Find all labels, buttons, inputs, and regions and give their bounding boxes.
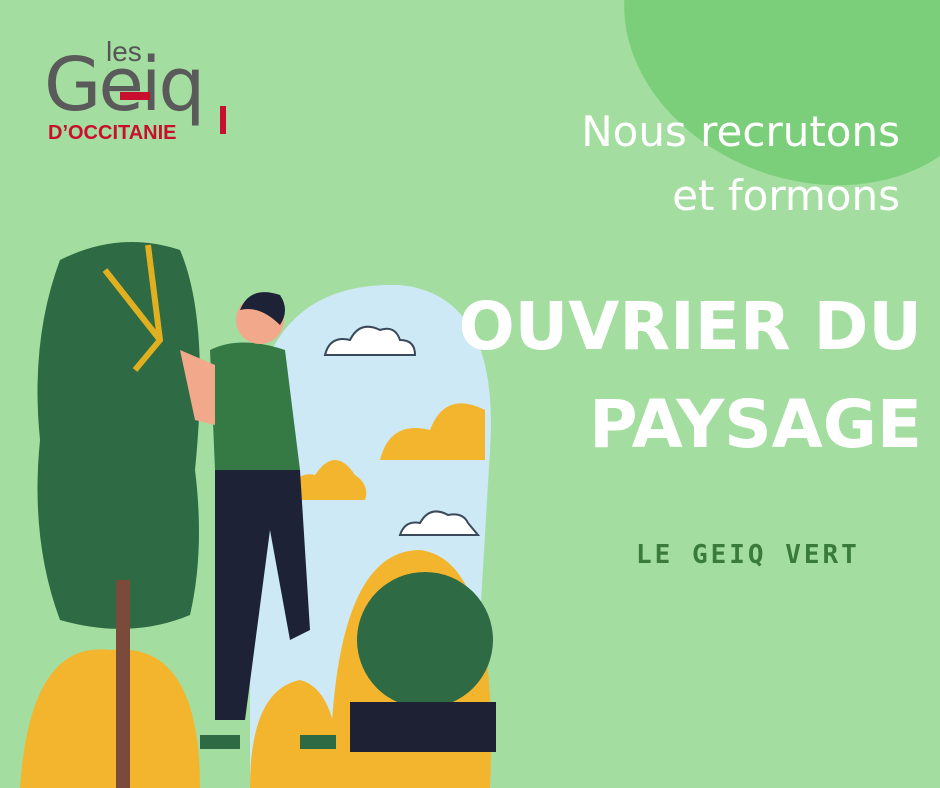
tree-trunk	[116, 580, 130, 788]
logo-region: D’OCCITANIE	[48, 122, 177, 144]
logo-q-tail	[220, 106, 226, 134]
logo-red-bar	[120, 92, 150, 100]
planter	[350, 702, 496, 752]
geiq-logo: Geiq les D’OCCITANIE	[44, 34, 264, 154]
headline: Nous recrutons et formons	[581, 100, 900, 228]
gardener-shoe-left	[200, 735, 240, 749]
hedge	[37, 242, 200, 629]
job-title: OUVRIER DU PAYSAGE	[459, 278, 922, 474]
job-title-line-1: OUVRIER DU	[458, 288, 922, 365]
logo-les: les	[106, 36, 142, 67]
tagline: LE GEIQ VERT	[636, 540, 860, 570]
headline-line-2: et formons	[672, 171, 900, 220]
orange-bush-left	[20, 649, 200, 788]
job-title-line-2: PAYSAGE	[589, 386, 922, 463]
green-bush	[357, 572, 493, 708]
gardener-shoe-right	[300, 735, 336, 749]
gardener-illustration	[20, 242, 496, 788]
headline-line-1: Nous recrutons	[581, 107, 900, 156]
